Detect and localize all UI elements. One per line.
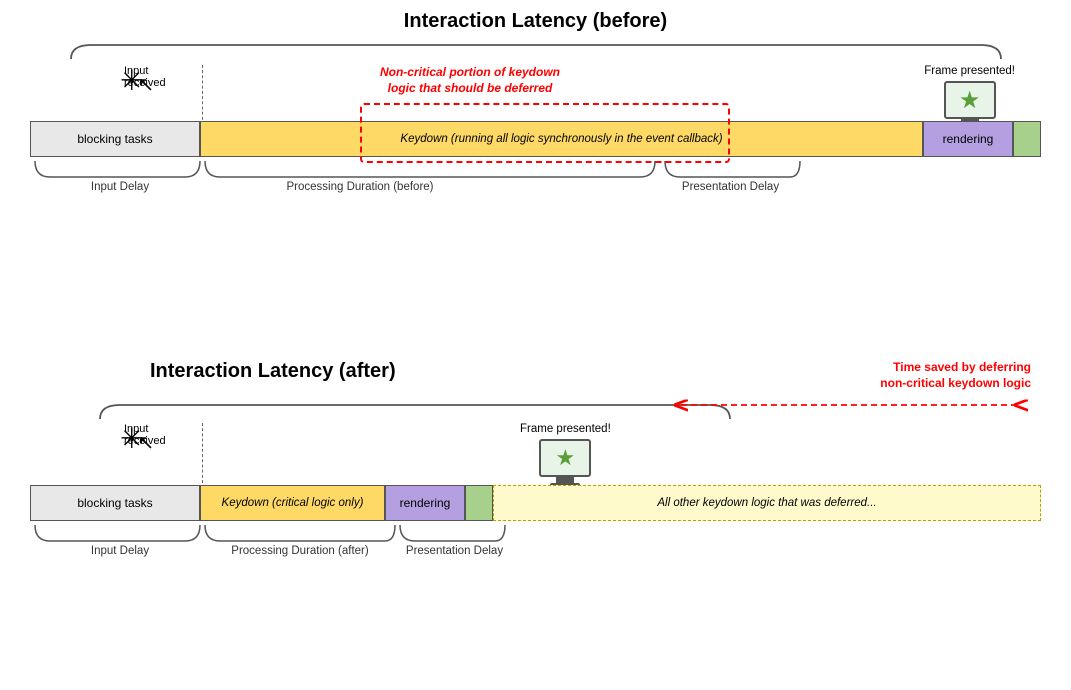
monitor-screen-top: ★ — [944, 81, 996, 119]
bottom-input-received-label: Input received — [124, 423, 166, 447]
presentation-delay-label-top: Presentation Delay — [658, 181, 803, 193]
bottom-input-dotted-line — [202, 423, 203, 483]
bottom-input-area: Input received ✳ ↖ Frame presented! ★ — [30, 423, 1041, 483]
braces-row-top: Input Delay Processing Duration (before)… — [30, 159, 1041, 209]
input-delay-label-top: Input Delay — [60, 181, 180, 193]
frame-presented-group-top: Frame presented! ★ — [924, 65, 1015, 129]
input-received-label: Input received — [124, 65, 166, 89]
non-critical-text: Non-critical portion of keydownlogic tha… — [370, 65, 570, 96]
deferred-label: All other keydown logic that was deferre… — [657, 497, 876, 509]
braces-row-bottom: Input Delay Processing Duration (after) … — [30, 523, 1041, 573]
top-brace-full — [61, 41, 1011, 63]
bottom-input-delay-label: Input Delay — [60, 545, 180, 557]
rendering-block-bottom: rendering — [385, 485, 465, 521]
bottom-input-received-group: Input received ✳ ↖ — [120, 423, 154, 453]
bottom-processing-duration-label: Processing Duration (after) — [200, 545, 400, 557]
blocking-tasks-block-bottom: blocking tasks — [30, 485, 200, 521]
bottom-brace-full — [90, 401, 740, 423]
input-received-group: Input received ✳ ↖ — [120, 65, 154, 95]
keydown-after-block: Keydown (critical logic only) — [200, 485, 385, 521]
dashed-red-box — [360, 103, 730, 163]
top-title: Interaction Latency (before) — [30, 10, 1041, 33]
green-block-top — [1013, 121, 1041, 157]
blocking-tasks-block-top: blocking tasks — [30, 121, 200, 157]
top-diagram: Interaction Latency (before) Input recei… — [30, 10, 1041, 209]
bottom-input-delay-brace — [30, 523, 205, 547]
deferred-block: All other keydown logic that was deferre… — [493, 485, 1041, 521]
bottom-timeline: blocking tasks Keydown (critical logic o… — [30, 485, 1041, 521]
main-container: Interaction Latency (before) Input recei… — [0, 0, 1071, 690]
frame-presented-group-bottom: Frame presented! ★ — [520, 423, 611, 487]
frame-presented-label-top: Frame presented! — [924, 65, 1015, 77]
time-saved-text: Time saved by deferringnon-critical keyd… — [671, 360, 1031, 391]
keydown-after-label: Keydown (critical logic only) — [222, 497, 364, 509]
time-saved-arrow — [671, 393, 1031, 417]
bottom-presentation-delay-label: Presentation Delay — [382, 545, 527, 557]
processing-duration-label-top: Processing Duration (before) — [260, 181, 460, 193]
monitor-screen-bottom: ★ — [539, 439, 591, 477]
rendering-label-top: rendering — [943, 132, 994, 146]
blocking-tasks-label-bottom: blocking tasks — [77, 496, 152, 510]
frame-presented-label-bottom: Frame presented! — [520, 423, 611, 435]
rendering-block-top: rendering — [923, 121, 1013, 157]
monitor-icon-bottom: ★ — [539, 439, 591, 487]
star-icon-top: ★ — [959, 86, 981, 115]
input-dotted-line — [202, 65, 203, 125]
blocking-tasks-label-top: blocking tasks — [77, 132, 152, 146]
bottom-diagram: Interaction Latency (after) Time saved b… — [30, 360, 1041, 573]
rendering-label-bottom: rendering — [400, 496, 451, 510]
star-icon-bottom: ★ — [556, 445, 576, 471]
bottom-processing-duration-brace — [200, 523, 400, 547]
bottom-presentation-delay-brace — [395, 523, 515, 547]
green-block-bottom — [465, 485, 493, 521]
input-delay-brace — [30, 159, 205, 183]
time-saved-group: Time saved by deferringnon-critical keyd… — [671, 360, 1031, 417]
